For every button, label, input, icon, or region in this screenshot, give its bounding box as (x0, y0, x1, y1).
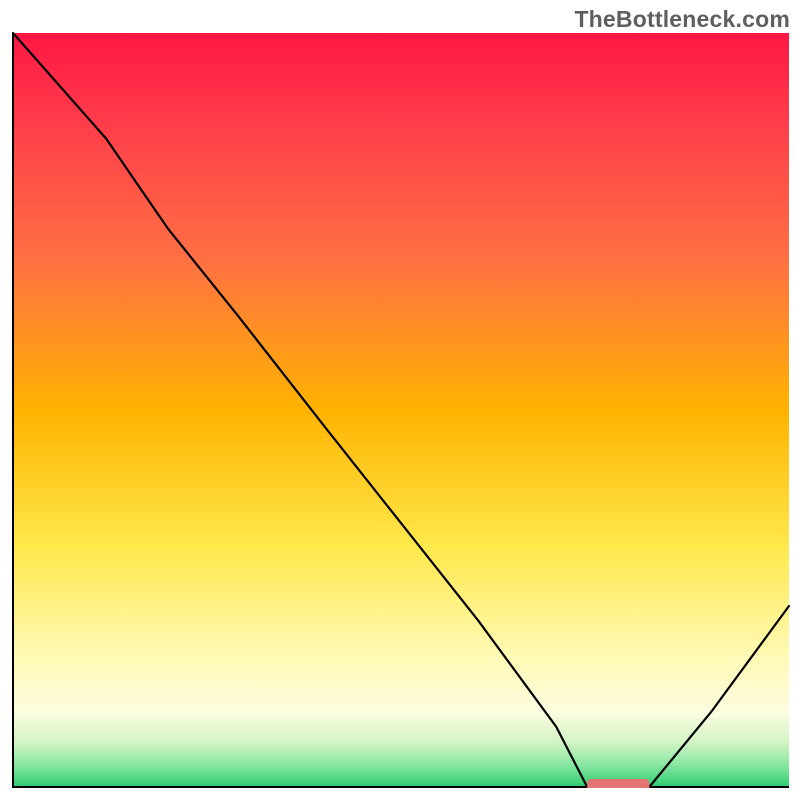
watermark-label: TheBottleneck.com (574, 6, 790, 33)
gradient-bg (13, 33, 789, 787)
bottleneck-chart (12, 32, 790, 788)
chart-svg (12, 32, 790, 788)
current-config-marker (587, 779, 649, 788)
